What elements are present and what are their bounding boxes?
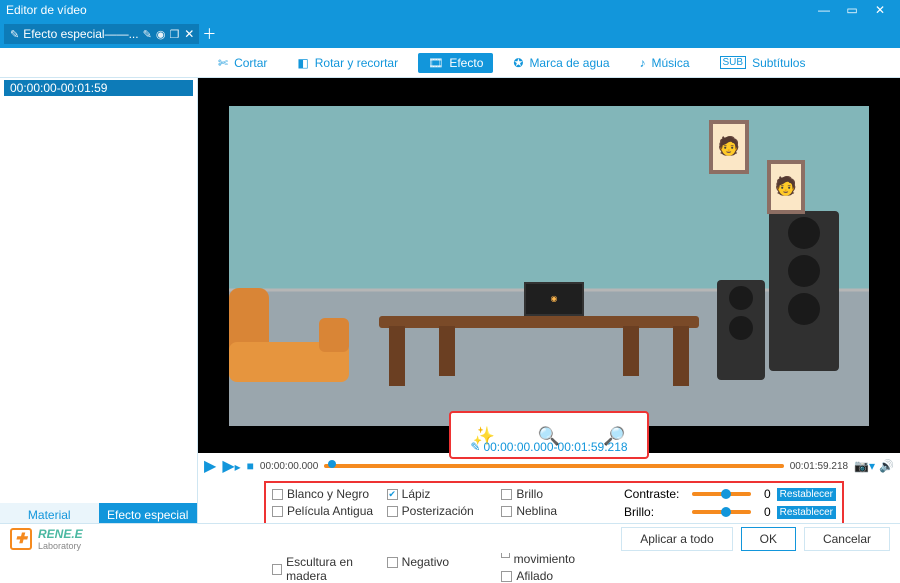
volume-icon[interactable]: 🔊: [879, 459, 894, 473]
checkbox-icon[interactable]: ✔: [387, 489, 398, 500]
video-preview: ◉ 🧑 🧑 ✨ 🔍 🔎 ✎ 00:00:00.000-00:01:59.218: [198, 78, 900, 453]
effect-label: Posterización: [402, 504, 474, 518]
stop-button[interactable]: ■: [247, 459, 254, 473]
effect-checkbox[interactable]: Negativo: [387, 555, 502, 569]
subtitle-icon: SUB: [720, 56, 747, 69]
slider-brillo: Brillo: 0 Restablecer: [624, 505, 836, 519]
right-panel: ◉ 🧑 🧑 ✨ 🔍 🔎 ✎ 00:00:00.000-00:01:59.218: [198, 78, 900, 553]
tool-subtitulos[interactable]: SUB Subtítulos: [710, 53, 816, 73]
slider-contraste: Contraste: 0 Restablecer: [624, 487, 836, 501]
pencil-icon: ✎: [470, 440, 480, 454]
brand-logo: ✚ RENE.E Laboratory: [10, 527, 83, 551]
timeline-end: 00:01:59.218: [790, 461, 848, 472]
tab-close-icon[interactable]: ✕: [183, 27, 195, 41]
effect-label: Afilado: [516, 569, 553, 583]
window-title: Editor de vídeo: [6, 3, 87, 17]
brand-mark-icon: ✚: [10, 528, 32, 550]
effect-label: Blanco y Negro: [287, 487, 369, 501]
checkbox-icon[interactable]: [387, 557, 398, 568]
checkbox-icon[interactable]: [272, 506, 283, 517]
effect-checkbox[interactable]: Brillo: [501, 487, 616, 501]
brillo-reset[interactable]: Restablecer: [777, 506, 836, 519]
effect-label: Neblina: [516, 504, 557, 518]
contraste-slider[interactable]: [692, 492, 751, 496]
effect-label: Lápiz: [402, 487, 431, 501]
title-bar: Editor de vídeo ― ▭ ✕: [0, 0, 900, 20]
timeline-track[interactable]: [324, 462, 783, 470]
music-icon: ♪: [640, 56, 646, 70]
eye-icon[interactable]: ◉: [156, 28, 166, 41]
tool-efecto[interactable]: 🎞 Efecto: [418, 53, 493, 73]
tool-rotar[interactable]: ◧ Rotar y recortar: [287, 53, 408, 73]
film-icon: 🎞: [428, 56, 443, 70]
wand-icon: ✎: [10, 28, 19, 41]
effect-checkbox[interactable]: Película Antigua: [272, 504, 387, 518]
preview-frame: ◉ 🧑 🧑: [229, 106, 869, 426]
effect-label: Negativo: [402, 555, 449, 569]
add-tab-button[interactable]: ＋: [199, 24, 219, 44]
effect-checkbox[interactable]: Afilado: [501, 569, 616, 583]
effect-checkbox[interactable]: Escultura en madera: [272, 555, 387, 583]
tool-label: Efecto: [449, 56, 483, 70]
effect-checkbox[interactable]: ✔ Lápiz: [387, 487, 502, 501]
tool-musica[interactable]: ♪ Música: [630, 53, 700, 73]
checkbox-icon[interactable]: [501, 489, 512, 500]
effect-label: Brillo: [516, 487, 543, 501]
watermark-icon: ✪: [513, 56, 523, 70]
effect-checkbox[interactable]: Neblina: [501, 504, 616, 518]
brillo-slider[interactable]: [692, 510, 751, 514]
clip-range[interactable]: 00:00:00-00:01:59: [4, 80, 193, 96]
crop-icon: ◧: [297, 56, 308, 70]
brand-sub: Laboratory: [38, 541, 83, 551]
left-panel: 00:00:00-00:01:59 Material Efecto especi…: [0, 78, 198, 553]
checkbox-icon[interactable]: [501, 506, 512, 517]
document-tab[interactable]: ✎ Efecto especial——... ✎ ◉ ❐ ✕: [4, 24, 199, 44]
tool-marca[interactable]: ✪ Marca de agua: [503, 53, 619, 73]
contraste-reset[interactable]: Restablecer: [777, 488, 836, 501]
ok-button[interactable]: OK: [741, 527, 796, 551]
checkbox-icon[interactable]: [501, 571, 512, 582]
checkbox-icon[interactable]: [272, 564, 282, 575]
edit-icon[interactable]: ✎: [143, 28, 152, 41]
snapshot-icon[interactable]: 📷▾: [854, 459, 875, 473]
apply-all-button[interactable]: Aplicar a todo: [621, 527, 732, 551]
tool-label: Marca de agua: [529, 56, 609, 70]
scissors-icon: ✄: [218, 56, 228, 70]
timeline-start: 00:00:00.000: [260, 461, 318, 472]
checkbox-icon[interactable]: [272, 489, 283, 500]
play-fast-button[interactable]: ▶▸: [222, 456, 240, 476]
effect-checkbox[interactable]: Posterización: [387, 504, 502, 518]
document-tab-strip: ✎ Efecto especial——... ✎ ◉ ❐ ✕ ＋: [0, 20, 900, 48]
effect-checkbox[interactable]: Blanco y Negro: [272, 487, 387, 501]
tool-label: Música: [652, 56, 690, 70]
maximize-button[interactable]: ▭: [838, 3, 866, 17]
effect-label: Película Antigua: [287, 504, 373, 518]
effect-range-toolbar: ✨ 🔍 🔎 ✎ 00:00:00.000-00:01:59.218: [449, 411, 649, 459]
effect-label: Escultura en madera: [286, 555, 387, 583]
tool-label: Cortar: [234, 56, 267, 70]
effect-range-label: ✎ 00:00:00.000-00:01:59.218: [470, 440, 627, 454]
tool-label: Subtítulos: [752, 56, 805, 70]
copy-icon[interactable]: ❐: [169, 28, 179, 41]
minimize-button[interactable]: ―: [810, 3, 838, 17]
play-button[interactable]: ▶: [204, 456, 216, 476]
close-button[interactable]: ✕: [866, 3, 894, 17]
checkbox-icon[interactable]: [387, 506, 398, 517]
tool-label: Rotar y recortar: [315, 56, 398, 70]
document-tab-label: Efecto especial——...: [23, 27, 138, 41]
tool-cortar[interactable]: ✄ Cortar: [208, 53, 277, 73]
footer: ✚ RENE.E Laboratory Aplicar a todo OK Ca…: [0, 523, 900, 553]
brand-name: RENE.E: [38, 527, 83, 541]
main-toolbar: ✄ Cortar ◧ Rotar y recortar 🎞 Efecto ✪ M…: [0, 48, 900, 78]
cancel-button[interactable]: Cancelar: [804, 527, 890, 551]
